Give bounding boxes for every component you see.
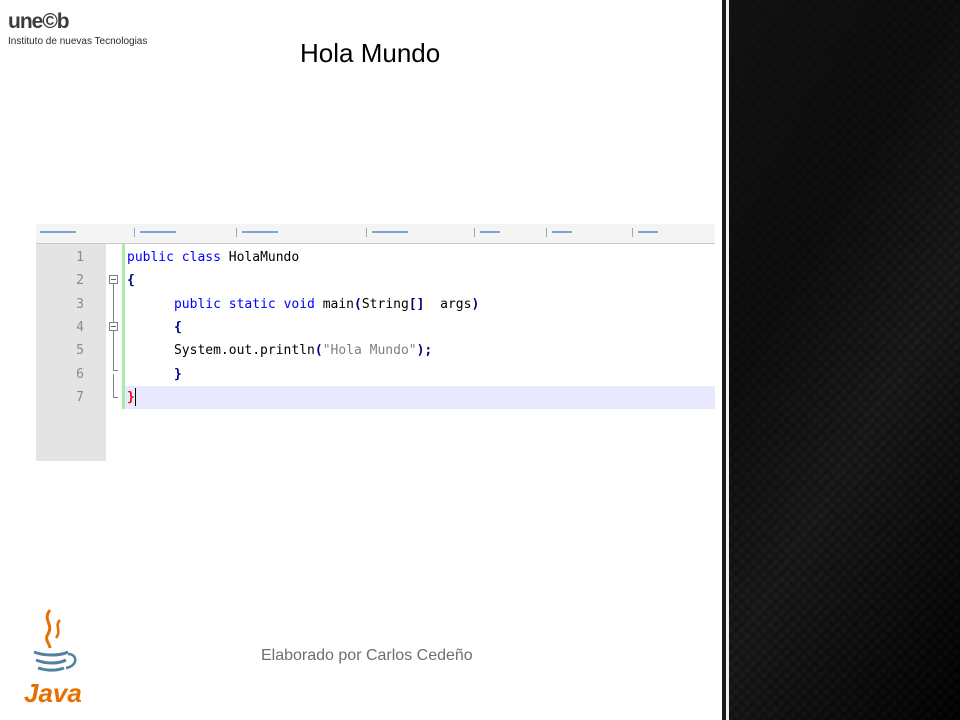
fold-guide xyxy=(113,284,114,325)
code-token: public xyxy=(173,296,221,312)
code-text[interactable]: } xyxy=(127,386,135,409)
editor-toolbar xyxy=(36,224,715,244)
code-line: 5 System.out.println("Hola Mundo"); xyxy=(36,339,715,362)
code-line: 6 } xyxy=(36,363,715,386)
code-token: ( xyxy=(354,296,362,312)
code-token: { xyxy=(173,319,182,335)
code-text[interactable]: public class HolaMundo xyxy=(127,246,299,269)
java-wordmark: Java xyxy=(24,678,82,708)
slide: une©b Instituto de nuevas Tecnologias Ho… xyxy=(0,0,960,720)
footer-credit: Elaborado por Carlos Cedeño xyxy=(261,647,473,664)
code-token: public xyxy=(127,250,174,265)
line-number: 2 xyxy=(76,273,84,289)
code-line: 7} xyxy=(36,386,715,409)
fold-toggle-icon[interactable] xyxy=(109,322,118,331)
code-token: System.out.println xyxy=(173,343,315,359)
code-text[interactable]: } xyxy=(127,363,182,386)
code-token: static xyxy=(228,296,276,312)
line-number: 7 xyxy=(76,389,84,405)
unew-logo: une©b Instituto de nuevas Tecnologias xyxy=(6,10,166,52)
line-number: 4 xyxy=(76,319,84,335)
code-text[interactable]: { xyxy=(127,316,182,339)
logo-subtitle: Instituto de nuevas Tecnologias xyxy=(8,36,148,47)
code-token: ) xyxy=(471,296,480,312)
code-line: 2{ xyxy=(36,269,715,292)
code-token: void xyxy=(283,296,315,312)
code-token: } xyxy=(173,366,182,382)
code-line: 4 { xyxy=(36,316,715,339)
fold-guide xyxy=(113,374,114,398)
code-token: HolaMundo xyxy=(220,250,300,265)
code-token: "Hola Mundo" xyxy=(322,343,417,359)
code-token: { xyxy=(127,273,135,289)
code-token: ); xyxy=(416,343,433,359)
fold-guide xyxy=(113,331,114,371)
code-token: class xyxy=(181,250,221,265)
code-token: } xyxy=(127,389,135,405)
code-text[interactable]: { xyxy=(127,269,135,292)
code-token: String xyxy=(361,296,409,312)
code-text[interactable]: System.out.println("Hola Mundo"); xyxy=(127,339,432,362)
code-editor-screenshot: 1 public class HolaMundo 2{3 public static… xyxy=(36,224,715,461)
fold-toggle-icon[interactable] xyxy=(109,275,118,284)
line-number: 6 xyxy=(76,366,84,382)
logo-mark: une©b xyxy=(8,10,70,33)
line-number: 5 xyxy=(76,343,84,359)
panel-edge xyxy=(726,0,729,720)
code-line: 3 public static void main(String[] args) xyxy=(36,293,715,316)
code-token: main xyxy=(314,296,355,312)
text-caret xyxy=(135,388,136,406)
line-number: 1 xyxy=(76,250,84,265)
slide-title: Hola Mundo xyxy=(300,38,441,68)
code-text[interactable]: public static void main(String[] args) xyxy=(127,293,479,316)
fold-end-icon xyxy=(113,370,118,371)
carbon-fiber-panel xyxy=(716,0,960,720)
code-token: args xyxy=(424,296,472,312)
code-token: ( xyxy=(314,343,323,359)
fold-end-icon xyxy=(113,397,118,398)
code-line: 1 public class HolaMundo xyxy=(36,246,715,269)
code-token: [] xyxy=(408,296,425,312)
line-number: 3 xyxy=(76,296,84,312)
